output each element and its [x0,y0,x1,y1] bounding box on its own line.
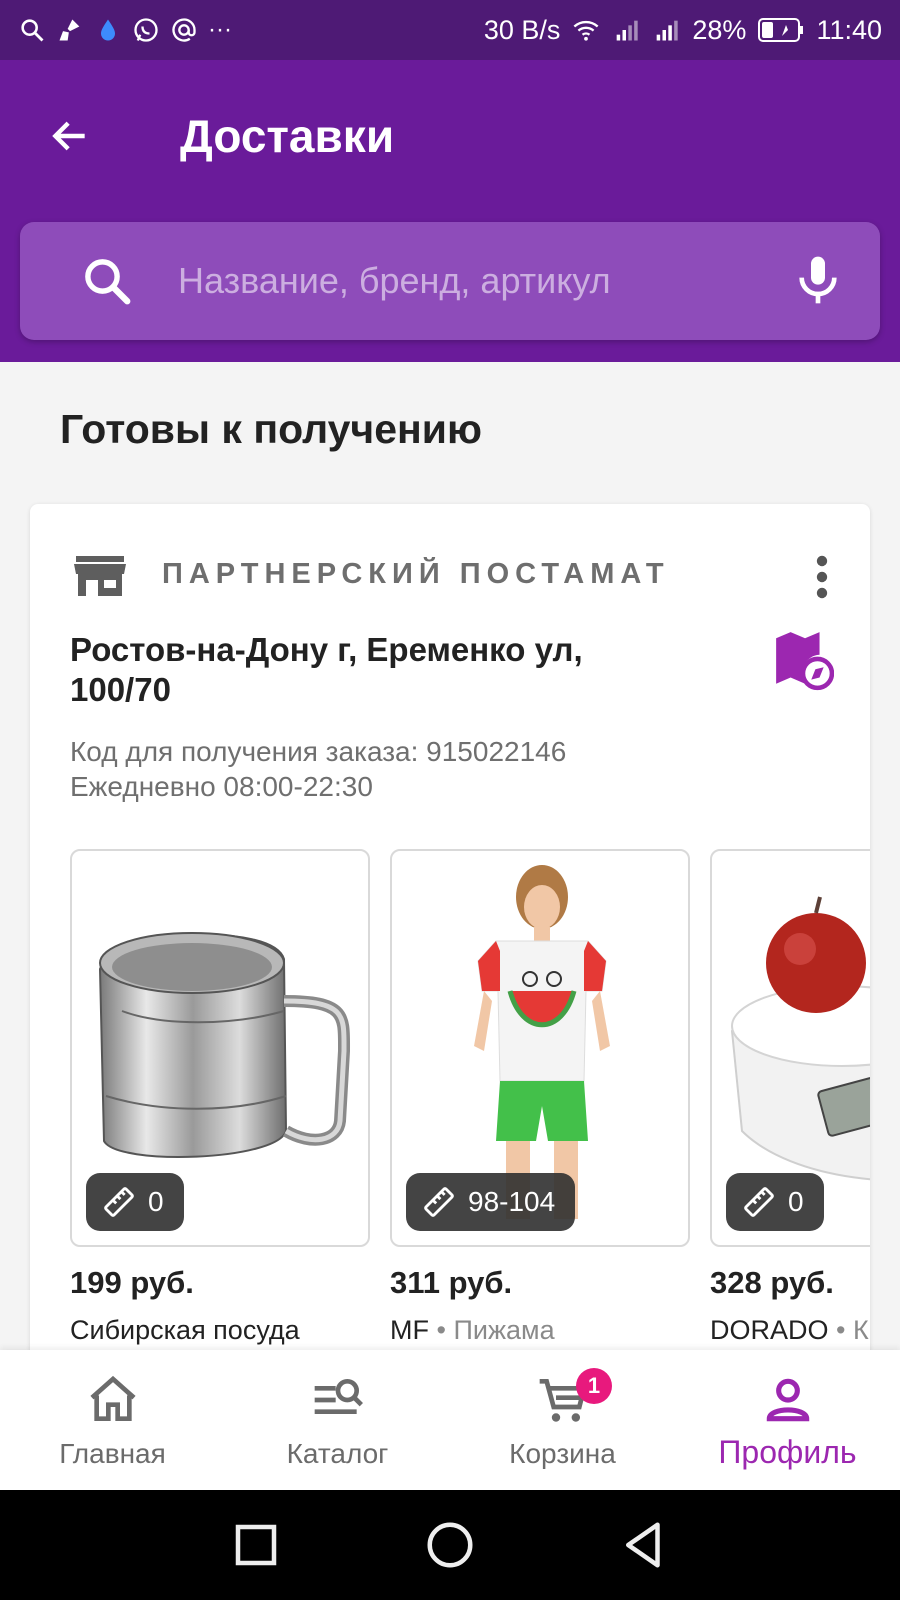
brand-name: Сибирская посуда [70,1315,300,1345]
size-value: 0 [148,1186,164,1217]
search-bar[interactable] [20,222,880,340]
nav-catalog[interactable]: Каталог [225,1350,450,1490]
profile-icon [766,1378,809,1422]
page-title: Доставки [180,110,395,162]
product-card[interactable]: 0 199 руб. Сибирская посуда [70,849,370,1346]
nav-label: Каталог [286,1438,389,1469]
ruler-icon [744,1187,774,1217]
back-triangle-icon[interactable] [617,1518,671,1572]
more-options-button[interactable] [800,552,844,602]
search-input[interactable] [178,252,778,310]
catalog-search-icon [314,1379,363,1414]
product-brand: MF • Пижама [390,1315,555,1345]
ruler-icon [424,1187,454,1217]
product-name: К [852,1315,869,1345]
nav-label: Профиль [718,1434,857,1470]
size-chip: 98-104 [406,1173,576,1231]
cart-badge: 1 [576,1368,612,1404]
product-name: Пижама [453,1315,555,1345]
arrow-back-icon [52,121,85,151]
product-price: 328 руб. [710,1265,834,1300]
system-navigation-bar [0,1490,900,1600]
size-value: 0 [788,1186,804,1217]
clock: 11:40 [816,14,882,45]
size-value: 98-104 [468,1186,556,1217]
product-brand: Сибирская посуда [70,1315,370,1346]
home-icon [89,1375,136,1421]
more-vert-icon [816,555,828,599]
search-notification-icon [18,16,46,44]
product-image: 98-104 [390,849,690,1247]
product-image: 0 [70,849,370,1247]
pickup-code: Код для получения заказа: 915022146 [70,736,567,767]
delivery-card[interactable]: ПАРТНЕРСКИЙ ПОСТАМАТ Ростов-на-Дону г, Е… [30,504,870,1384]
more-notifications: ··· [208,16,232,43]
brand-name: MF [390,1315,429,1345]
wifi-icon [572,16,600,44]
battery-icon [758,17,804,43]
brand-name: DORADO [710,1315,829,1345]
search-icon [85,259,131,305]
product-price: 311 руб. [390,1265,513,1300]
product-card[interactable]: 0 328 руб. DORADO • К [710,849,870,1346]
nav-label: Корзина [509,1438,616,1469]
bottom-navigation: Главная Каталог 1 Корзина Профиль [0,1350,900,1490]
nav-home[interactable]: Главная [0,1350,225,1490]
product-image: 0 [710,849,870,1247]
whatsapp-notification-icon [132,16,160,44]
section-title: Готовы к получению [60,406,483,452]
recent-apps-icon[interactable] [229,1518,283,1572]
map-icon[interactable] [772,630,834,692]
network-speed: 30 B/s [483,14,561,45]
size-chip: 0 [86,1173,184,1231]
signal-icon [612,16,640,44]
products-carousel[interactable]: 0 199 руб. Сибирская посуда 98-104 311 р… [70,849,870,1349]
cleaner-notification-icon [56,16,84,44]
status-bar: ··· 30 B/s 28% 11:40 [0,0,900,60]
microphone-icon[interactable] [790,252,846,308]
working-hours: Ежедневно 08:00-22:30 [70,771,373,802]
nav-profile[interactable]: Профиль [675,1350,900,1490]
product-price: 199 руб. [70,1265,194,1300]
app-bar: Доставки [0,60,900,362]
nav-cart[interactable]: 1 Корзина [450,1350,675,1490]
drop-notification-icon [94,16,122,44]
pickup-address: Ростов-на-Дону г, Еременко ул, 100/70 [70,631,583,708]
signal-icon-2 [652,16,680,44]
product-brand: DORADO • К [710,1315,869,1345]
size-chip: 0 [726,1173,824,1231]
pickup-point-type: ПАРТНЕРСКИЙ ПОСТАМАТ [162,558,670,590]
home-circle-icon[interactable] [423,1518,477,1572]
nav-label: Главная [59,1438,166,1469]
back-button[interactable] [36,102,104,170]
email-notification-icon [170,16,198,44]
product-card[interactable]: 98-104 311 руб. MF • Пижама [390,849,690,1346]
notification-icons: ··· [18,16,232,44]
battery-percent: 28% [692,14,747,45]
ruler-icon [104,1187,134,1217]
store-icon [74,556,126,596]
